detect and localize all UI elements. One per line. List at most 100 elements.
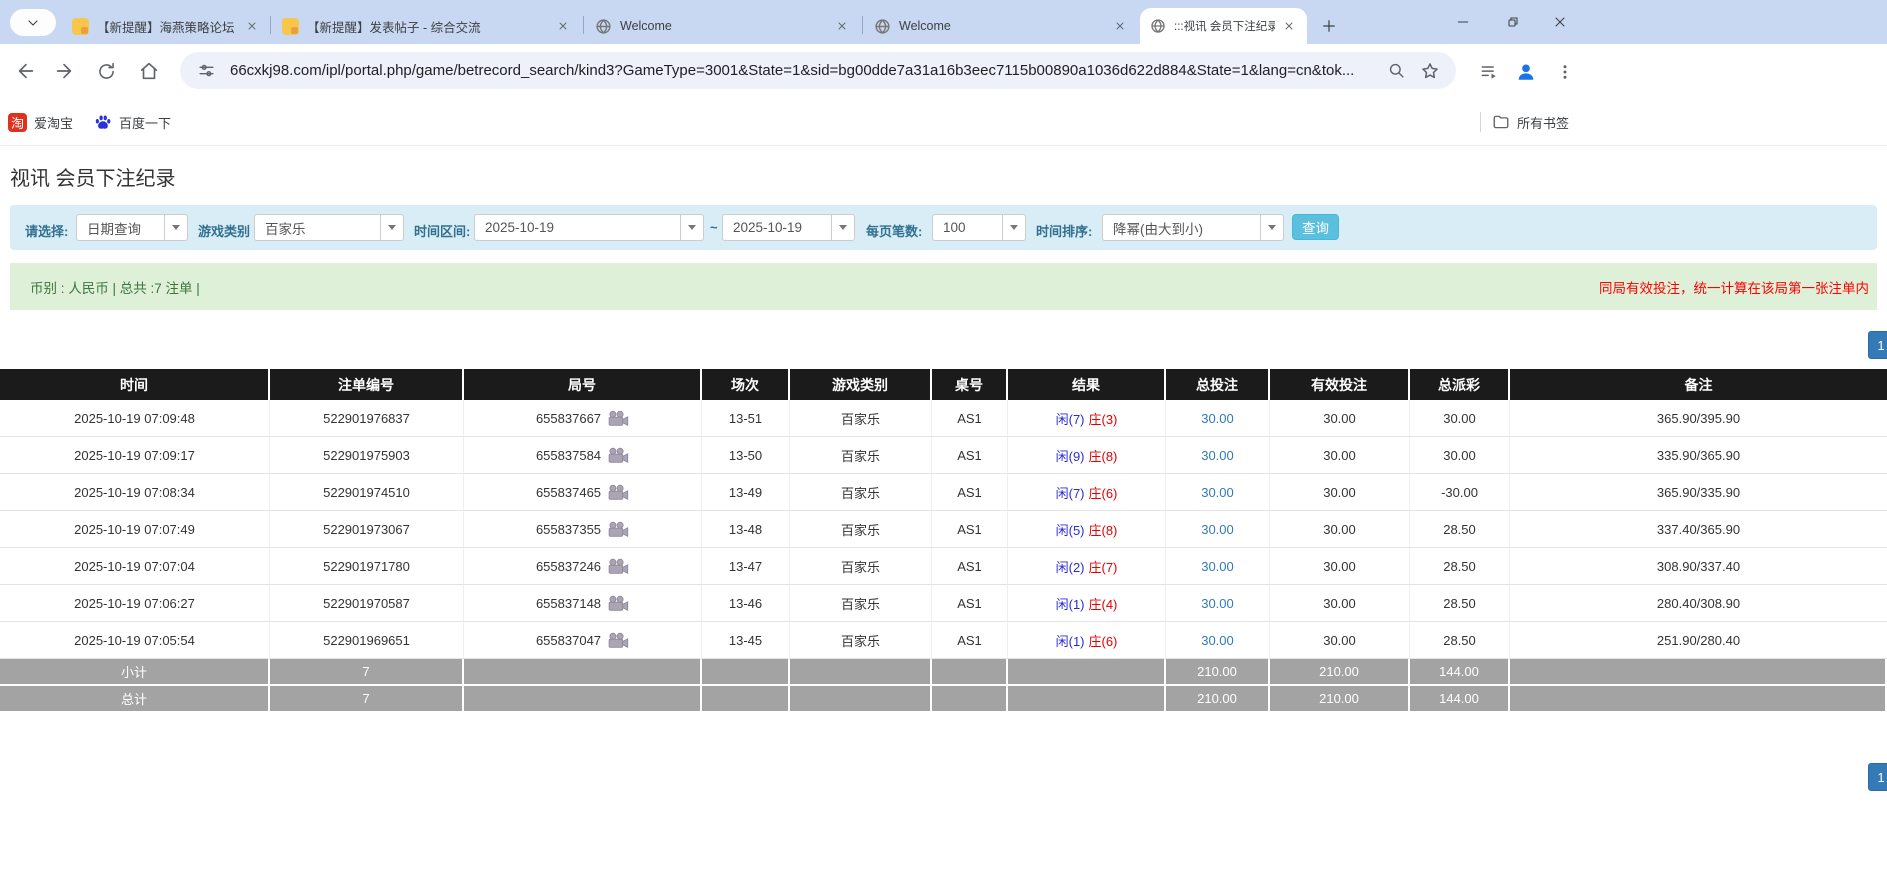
chevron-down-icon [380,215,403,240]
tab-close-icon[interactable] [555,18,571,34]
globe-favicon-icon [595,18,612,35]
reload-icon [96,61,117,82]
site-info-tune-icon[interactable] [194,59,218,83]
date-to-input[interactable]: 2025-10-19 [722,214,855,241]
total-bet-link[interactable]: 30.00 [1201,485,1234,500]
bookmark-aitaobao[interactable]: 淘 爱淘宝 [8,110,73,134]
video-icon[interactable] [607,595,629,612]
total-bet-link[interactable]: 30.00 [1201,448,1234,463]
cell-payout: 28.50 [1410,585,1510,622]
sort-select[interactable]: 降幂(由大到小) [1102,214,1284,241]
zoom-icon[interactable] [1384,59,1408,83]
pagination-page-1-bottom[interactable]: 1 [1868,763,1887,791]
tab-close-icon[interactable] [1112,18,1128,34]
summary-bar: 币别 : 人民币 | 总共 :7 注单 | 同局有效投注，统一计算在该局第一张注… [10,263,1877,310]
cell-game: 百家乐 [790,548,932,585]
chevron-down-icon [164,215,187,240]
cell-bet-id: 522901971780 [270,548,464,585]
menu-button[interactable] [1552,59,1578,85]
cell-session: 13-46 [702,585,790,622]
tab-active[interactable]: :::视讯 会员下注纪录::: [1140,8,1307,44]
url-text: 66cxkj98.com/ipl/portal.php/game/betreco… [230,62,1384,79]
browser-toolbar: 66cxkj98.com/ipl/portal.php/game/betreco… [0,44,1887,97]
search-button[interactable]: 查询 [1292,214,1339,240]
subtotal-valid-bet: 210.00 [1270,659,1410,686]
date-from-input[interactable]: 2025-10-19 [474,214,704,241]
close-window-button[interactable] [1548,11,1572,33]
tab-close-icon[interactable] [244,18,260,34]
video-icon[interactable] [607,410,629,427]
tab-2[interactable]: 【新提醒】发表帖子 - 综合交流 [272,8,581,44]
home-button[interactable] [137,59,161,83]
game-type-label: 游戏类别 [198,221,250,240]
tab-separator [270,16,271,34]
all-bookmarks-button[interactable]: 所有书签 [1492,110,1569,134]
media-controls-button[interactable] [1476,59,1502,85]
cell-total-bet: 30.00 [1166,437,1270,474]
pagination-page-1-top[interactable]: 1 [1868,331,1887,359]
cell-valid-bet: 30.00 [1270,548,1410,585]
cell-valid-bet: 30.00 [1270,400,1410,437]
cell-session: 13-47 [702,548,790,585]
subtotal-payout: 144.00 [1410,659,1510,686]
tab-1[interactable]: 【新提醒】海燕策略论坛 - 综合 [62,8,270,44]
cell-time: 2025-10-19 07:06:27 [0,585,270,622]
video-icon[interactable] [607,632,629,649]
taobao-favicon-icon: 淘 [8,113,27,132]
header-game-type: 游戏类别 [790,369,932,400]
cell-result: 闲(1)庄(6) [1008,622,1166,659]
bookmark-star-icon[interactable] [1418,59,1442,83]
profile-avatar[interactable] [1513,59,1539,85]
tab-3[interactable]: Welcome [585,8,860,44]
cell-table-no: AS1 [932,585,1008,622]
back-button[interactable] [14,59,38,83]
bookmark-baidu[interactable]: 百度一下 [94,110,171,134]
cell-round-id: 655837047 [464,622,702,659]
tab-4[interactable]: Welcome [864,8,1138,44]
cell-remark: 335.90/365.90 [1510,437,1887,474]
tab-title: :::视讯 会员下注纪录::: [1174,18,1275,34]
cell-time: 2025-10-19 07:09:17 [0,437,270,474]
cell-time: 2025-10-19 07:07:04 [0,548,270,585]
video-icon[interactable] [607,484,629,501]
subtotal-total-bet: 210.00 [1166,659,1270,686]
cell-session: 13-49 [702,474,790,511]
tab-title: 【新提醒】发表帖子 - 综合交流 [307,17,549,36]
video-icon[interactable] [607,447,629,464]
total-bet-link[interactable]: 30.00 [1201,411,1234,426]
page-size-select[interactable]: 100 [932,214,1026,241]
total-bet-link[interactable]: 30.00 [1201,596,1234,611]
query-type-select[interactable]: 日期查询 [76,214,188,241]
header-bet-id: 注单编号 [270,369,464,400]
table-row: 2025-10-19 07:09:48 522901976837 6558376… [0,400,1887,437]
video-icon[interactable] [607,521,629,538]
baidu-paw-favicon-icon [94,113,112,131]
total-bet-link[interactable]: 30.00 [1201,633,1234,648]
chevron-down-icon [1002,215,1025,240]
total-bet-link[interactable]: 30.00 [1201,522,1234,537]
note-favicon-icon [72,18,89,35]
table-row: 2025-10-19 07:09:17 522901975903 6558375… [0,437,1887,474]
minimize-button[interactable] [1451,11,1475,33]
forward-button[interactable] [52,59,76,83]
cell-game: 百家乐 [790,622,932,659]
game-type-select[interactable]: 百家乐 [254,214,404,241]
tab-close-icon[interactable] [1281,18,1297,34]
cell-session: 13-50 [702,437,790,474]
video-icon[interactable] [607,558,629,575]
cell-game: 百家乐 [790,511,932,548]
plus-icon [1320,17,1338,35]
new-tab-button[interactable] [1316,13,1342,39]
cell-table-no: AS1 [932,437,1008,474]
cell-payout: 28.50 [1410,511,1510,548]
reload-button[interactable] [94,59,118,83]
total-bet-link[interactable]: 30.00 [1201,559,1234,574]
avatar-icon [1515,61,1537,83]
restore-button[interactable] [1501,11,1525,33]
tab-close-icon[interactable] [834,18,850,34]
address-bar[interactable]: 66cxkj98.com/ipl/portal.php/game/betreco… [180,52,1456,89]
minimize-icon [1455,14,1471,30]
page-size-label: 每页笔数: [866,221,922,240]
tab-search-button[interactable] [10,9,56,36]
page-title: 视讯 会员下注纪录 [10,162,176,191]
